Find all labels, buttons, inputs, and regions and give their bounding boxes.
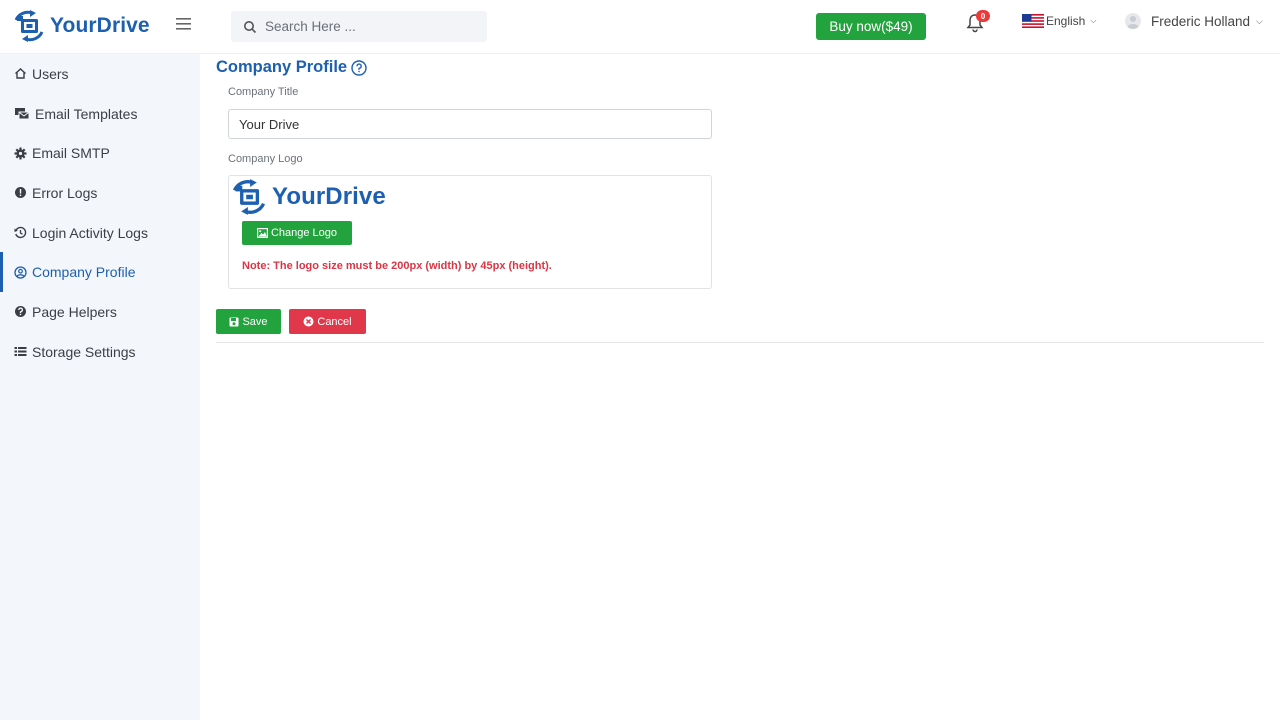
exclamation-circle-icon	[14, 186, 27, 199]
search-icon	[244, 20, 257, 33]
notification-count-badge: 0	[976, 10, 990, 22]
search-input[interactable]	[265, 19, 475, 34]
divider	[216, 342, 1264, 343]
sidebar-item-page-helpers[interactable]: Page Helpers	[0, 292, 200, 332]
sidebar-item-email-templates[interactable]: Email Templates	[0, 94, 200, 134]
gear-icon	[14, 147, 27, 160]
user-circle-icon	[14, 266, 27, 279]
save-icon	[229, 317, 239, 327]
sidebar-item-label: Company Profile	[32, 264, 136, 281]
history-icon	[14, 226, 27, 239]
language-label: English	[1046, 14, 1086, 28]
search-box	[231, 11, 487, 42]
page-title: Company Profile	[216, 58, 348, 76]
sidebar-item-label: Storage Settings	[32, 343, 136, 360]
avatar	[1125, 13, 1141, 29]
user-menu[interactable]: Frederic Holland ⌵	[1125, 13, 1263, 29]
menu-toggle-icon[interactable]	[174, 15, 194, 33]
sidebar-item-label: Error Logs	[32, 184, 98, 201]
sidebar-item-users[interactable]: Users	[0, 54, 200, 94]
sidebar-item-label: Email SMTP	[32, 145, 110, 162]
logo-size-note: Note: The logo size must be 200px (width…	[242, 260, 552, 272]
email-template-icon	[14, 107, 30, 120]
us-flag-icon	[1022, 14, 1044, 28]
sidebar-item-error-logs[interactable]: Error Logs	[0, 173, 200, 213]
sidebar-item-label: Email Templates	[35, 105, 138, 122]
times-circle-icon	[303, 316, 314, 327]
sidebar-item-company-profile[interactable]: Company Profile	[0, 252, 200, 292]
question-circle-icon	[14, 305, 27, 318]
home-icon	[14, 67, 27, 80]
drive-logo-icon	[232, 179, 266, 215]
chevron-down-icon: ⌵	[1256, 15, 1263, 26]
brand-name: YourDrive	[50, 14, 150, 37]
sidebar-item-label: Page Helpers	[32, 303, 117, 320]
cancel-button[interactable]: Cancel	[289, 309, 366, 334]
change-logo-button[interactable]: Change Logo	[242, 221, 352, 245]
company-logo-preview: YourDrive	[230, 179, 386, 215]
sidebar-item-storage-settings[interactable]: Storage Settings	[0, 332, 200, 372]
sidebar-item-login-activity-logs[interactable]: Login Activity Logs	[0, 213, 200, 253]
save-label: Save	[242, 315, 268, 328]
list-icon	[14, 345, 27, 358]
cancel-label: Cancel	[317, 315, 352, 328]
brand-logo[interactable]: YourDrive	[12, 10, 150, 42]
drive-logo-icon	[14, 10, 44, 42]
company-logo-label: Company Logo	[228, 153, 303, 165]
change-logo-label: Change Logo	[270, 227, 338, 239]
top-bar: YourDrive Buy now($49) 0	[0, 0, 1280, 54]
sidebar-item-email-smtp[interactable]: Email SMTP	[0, 133, 200, 173]
chevron-down-icon: ⌵	[1090, 16, 1097, 25]
user-name: Frederic Holland	[1151, 13, 1251, 29]
help-circle-icon[interactable]	[351, 59, 367, 76]
image-icon	[256, 228, 268, 238]
save-button[interactable]: Save	[216, 309, 281, 334]
page-title-row: Company Profile	[216, 58, 367, 77]
buy-now-button[interactable]: Buy now($49)	[816, 13, 926, 40]
company-title-label: Company Title	[228, 86, 299, 98]
company-logo-panel: YourDrive Change Logo Note: The logo siz…	[228, 175, 712, 289]
company-title-input[interactable]	[228, 109, 712, 139]
sidebar-item-label: Users	[32, 65, 69, 82]
language-selector[interactable]: English ⌵	[1022, 14, 1096, 28]
sidebar-item-label: Login Activity Logs	[32, 224, 148, 241]
sidebar: Users Email Templates Email SMTP Error L…	[0, 54, 200, 720]
logo-preview-text: YourDrive	[272, 183, 386, 210]
